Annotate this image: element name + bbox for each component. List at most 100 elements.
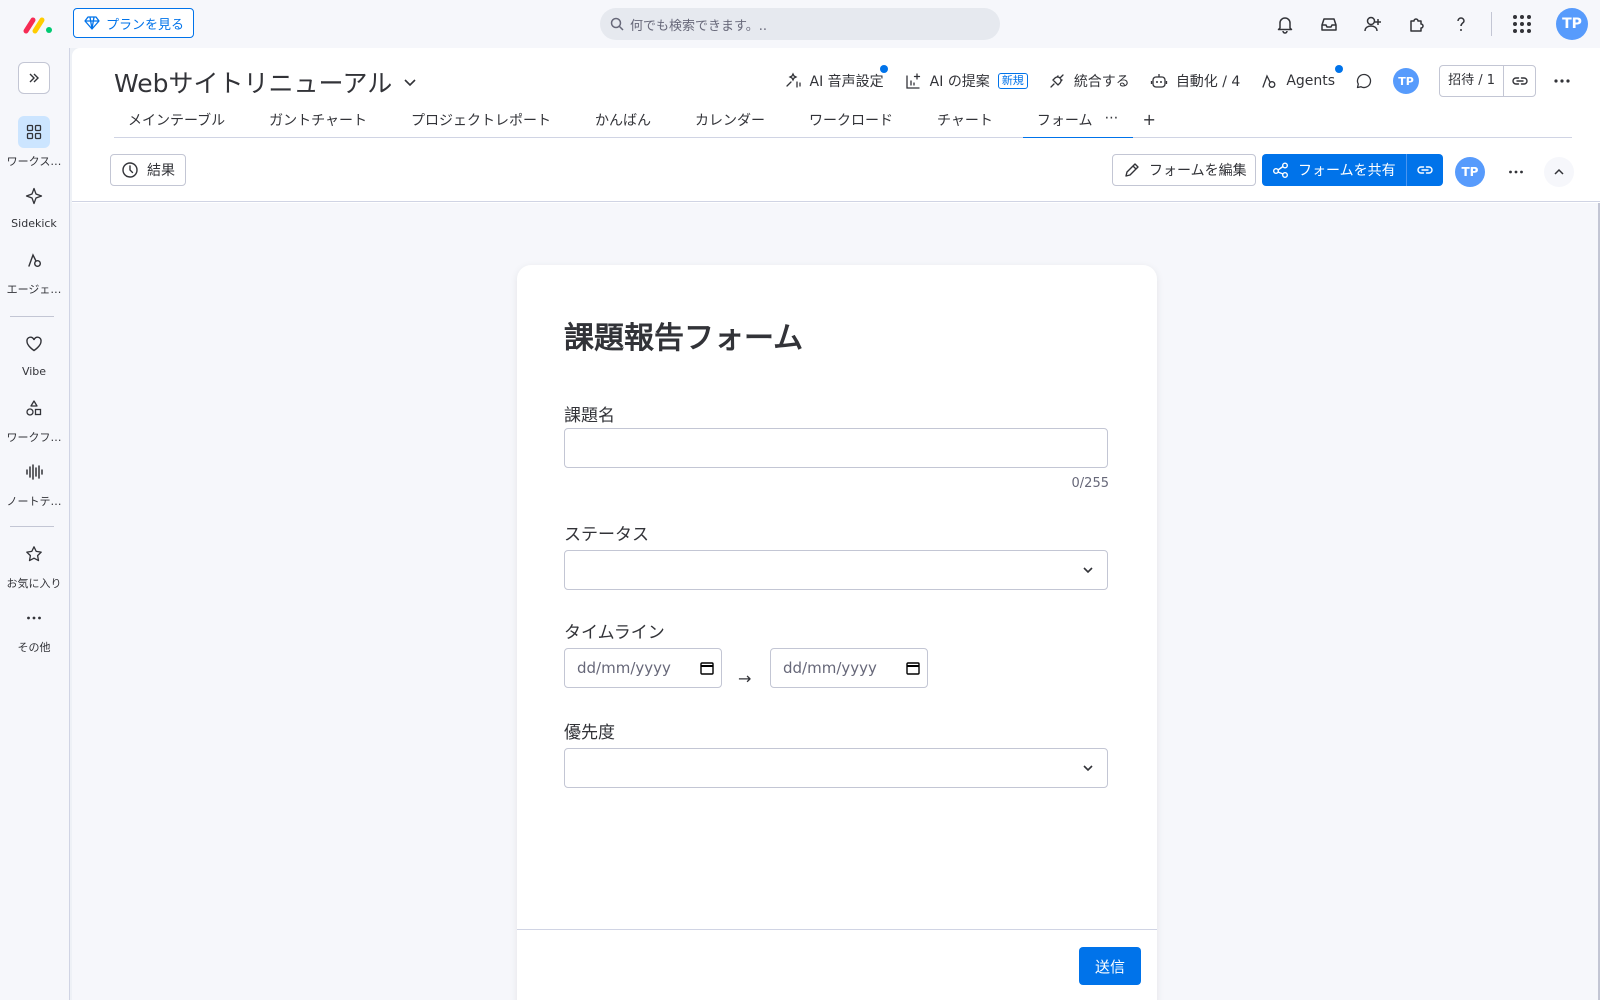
pencil-icon: [1123, 161, 1141, 179]
edit-form-label: フォームを編集: [1149, 163, 1247, 179]
form-more-button[interactable]: [1501, 157, 1531, 187]
sidebar-item-label: エージェ…: [6, 283, 62, 296]
chevron-down-icon: [1081, 563, 1095, 577]
integrate-label: 統合する: [1073, 74, 1130, 90]
invite-button[interactable]: 招待 / 1: [1439, 65, 1536, 97]
left-sidebar: ワークス… Sidekick エージェ… Vibe ワークフ… ノートテ… お気…: [0, 48, 70, 1000]
sidebar-item-workflows[interactable]: ワークフ…: [0, 392, 68, 445]
chevron-down-icon: [402, 74, 418, 90]
edit-form-button[interactable]: フォームを編集: [1112, 154, 1256, 186]
tab-chart[interactable]: チャート: [923, 108, 1007, 137]
grid-icon: [18, 116, 50, 148]
tab-kanban[interactable]: かんばん: [581, 108, 665, 137]
divider: [1491, 12, 1492, 36]
more-icon: [18, 602, 50, 634]
view-plans-label: プランを見る: [106, 17, 185, 33]
board-title-dropdown[interactable]: Webサイトリニューアル: [114, 64, 418, 100]
double-chevron-right-icon: [26, 70, 42, 86]
notification-dot: [1335, 65, 1344, 73]
user-avatar-container[interactable]: TP: [1544, 0, 1600, 48]
arrow-right-icon: →: [738, 669, 752, 688]
sidebar-item-favorites[interactable]: お気に入り: [0, 538, 68, 591]
invite-member-icon[interactable]: [1351, 0, 1395, 48]
issue-name-label: 課題名: [564, 406, 615, 426]
tab-form[interactable]: フォーム ⋯: [1022, 108, 1133, 139]
board-more-button[interactable]: [1542, 64, 1582, 98]
top-bar: プランを見る 何でも検索できます。.. TP: [0, 0, 1600, 48]
automations-button[interactable]: 自動化 / 4: [1140, 64, 1251, 98]
tab-gantt[interactable]: ガントチャート: [255, 108, 381, 137]
agent-icon: [1260, 72, 1278, 90]
form-title: 課題報告フォーム: [564, 321, 804, 356]
search-icon: [610, 17, 624, 31]
board-member-avatar[interactable]: TP: [1383, 64, 1429, 98]
sidebar-item-sidekick[interactable]: Sidekick: [0, 180, 68, 230]
heart-icon: [18, 328, 50, 360]
updates-button[interactable]: [1345, 64, 1383, 98]
priority-select[interactable]: [564, 748, 1108, 788]
sidebar-item-workspace[interactable]: ワークス…: [0, 116, 68, 169]
character-counter: 0/255: [1071, 476, 1109, 491]
sidebar-item-agents[interactable]: エージェ…: [0, 244, 68, 297]
agents-button[interactable]: Agents: [1250, 64, 1345, 98]
search-input[interactable]: 何でも検索できます。..: [600, 8, 1000, 40]
chat-bubble-icon: [1355, 72, 1373, 90]
add-view-button[interactable]: +: [1143, 108, 1164, 129]
ai-suggestions-button[interactable]: AI の提案 新規: [894, 64, 1038, 98]
copy-link-icon[interactable]: [1503, 66, 1535, 96]
collapse-header-button[interactable]: [1544, 157, 1574, 187]
status-select[interactable]: [564, 550, 1108, 590]
calendar-icon[interactable]: [905, 660, 921, 676]
integration-plug-icon: [1048, 72, 1066, 90]
integrate-button[interactable]: 統合する: [1038, 64, 1140, 98]
tab-main-table[interactable]: メインテーブル: [114, 108, 239, 137]
clock-icon: [121, 161, 139, 179]
chevron-up-icon: [1552, 165, 1566, 179]
avatar: TP: [1556, 8, 1588, 40]
search-placeholder: 何でも検索できます。..: [630, 18, 767, 34]
view-tabs: メインテーブル ガントチャート プロジェクトレポート かんばん カレンダー ワー…: [114, 108, 1572, 139]
tab-calendar[interactable]: カレンダー: [681, 108, 779, 137]
issue-name-input[interactable]: [564, 428, 1108, 468]
tab-workload[interactable]: ワークロード: [795, 108, 907, 137]
avatar: TP: [1393, 68, 1420, 94]
ai-voice-label: AI 音声設定: [809, 74, 884, 90]
timeline-end-date-input[interactable]: dd/mm/yyyy: [770, 648, 928, 688]
workflow-icon: [18, 392, 50, 424]
monday-logo[interactable]: [22, 12, 54, 36]
tab-project-report[interactable]: プロジェクトレポート: [397, 108, 565, 137]
priority-label: 優先度: [564, 723, 615, 743]
help-icon[interactable]: [1439, 0, 1483, 48]
robot-icon: [1150, 72, 1168, 90]
apps-puzzle-icon[interactable]: [1395, 0, 1439, 48]
sidebar-item-more[interactable]: その他: [0, 602, 68, 655]
share-form-button[interactable]: フォームを共有: [1262, 154, 1443, 186]
sidebar-item-notetaker[interactable]: ノートテ…: [0, 456, 68, 509]
sidebar-item-label: その他: [17, 641, 51, 654]
ai-voice-settings-button[interactable]: AI 音声設定: [774, 64, 894, 98]
form-canvas: 課題報告フォーム 課題名 0/255 ステータス タイムライン dd/mm/yy…: [72, 203, 1600, 1000]
sidebar-item-label: Sidekick: [11, 217, 57, 230]
submit-button[interactable]: 送信: [1078, 947, 1141, 985]
timeline-start-date-input[interactable]: dd/mm/yyyy: [564, 648, 722, 688]
ai-suggest-label: AI の提案: [929, 74, 990, 90]
more-icon: [1552, 71, 1572, 91]
share-form-main[interactable]: フォームを共有: [1262, 154, 1407, 186]
sidebar-item-label: ノートテ…: [6, 495, 62, 508]
avatar[interactable]: TP: [1455, 157, 1485, 187]
tab-options-icon[interactable]: ⋯: [1105, 110, 1119, 137]
results-button[interactable]: 結果: [110, 154, 186, 186]
calendar-icon[interactable]: [699, 660, 715, 676]
sidebar-item-label: ワークフ…: [6, 431, 62, 444]
sidebar-item-label: ワークス…: [6, 155, 62, 168]
more-icon: [1507, 163, 1525, 181]
copy-form-link-icon[interactable]: [1407, 161, 1443, 179]
view-plans-button[interactable]: プランを見る: [73, 8, 195, 38]
sidebar-item-vibe[interactable]: Vibe: [0, 328, 68, 378]
inbox-icon[interactable]: [1307, 0, 1351, 48]
apps-grid-icon[interactable]: [1500, 0, 1544, 48]
expand-sidebar-button[interactable]: [18, 62, 50, 94]
diamond-icon: [84, 15, 100, 31]
notifications-bell-icon[interactable]: [1263, 0, 1307, 48]
form-card: 課題報告フォーム 課題名 0/255 ステータス タイムライン dd/mm/yy…: [517, 265, 1157, 1000]
